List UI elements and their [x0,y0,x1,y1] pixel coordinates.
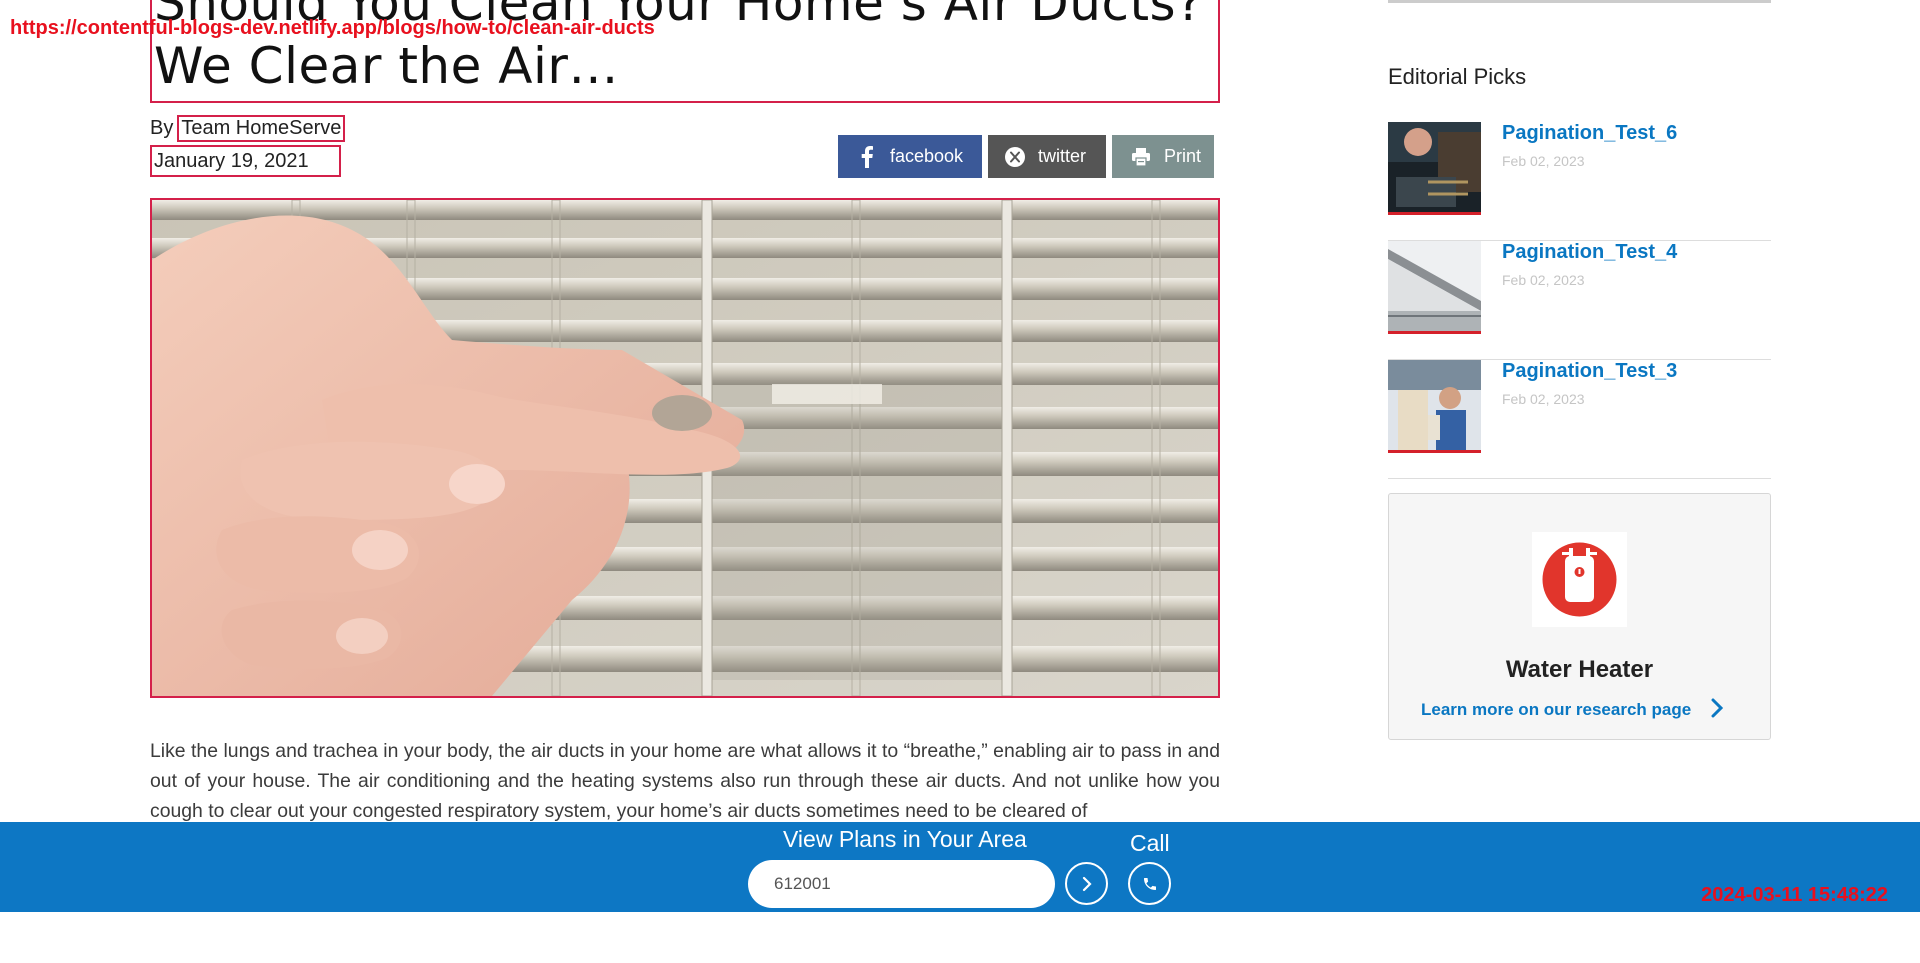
article-body: Like the lungs and trachea in your body,… [150,740,1220,822]
author-link[interactable]: Team HomeServe [177,115,346,142]
view-plans-bar: View Plans in Your Area Call [0,822,1920,912]
phone-icon [1143,877,1156,890]
editorial-picks-heading: Editorial Picks [1388,64,1527,89]
url-overlay: https://contentful-blogs-dev.netlify.app… [10,17,655,39]
pick-title[interactable]: Pagination_Test_3 [1502,360,1677,383]
chevron-right-icon[interactable] [1711,698,1723,718]
byline: By Team HomeServe [150,115,346,142]
call-button[interactable] [1128,862,1171,905]
timestamp-overlay: 2024-03-11 15:48:22 [1701,884,1888,906]
pick-date: Feb 02, 2023 [1502,391,1585,407]
water-heater-icon-tile [1532,532,1627,627]
zip-submit-button[interactable] [1065,862,1108,905]
twitter-share-button[interactable]: twitter [988,135,1106,178]
print-button[interactable]: Print [1112,135,1214,178]
water-heater-card[interactable]: Water Heater Learn more on our research … [1388,493,1771,740]
hero-image [150,198,1220,698]
pick-date: Feb 02, 2023 [1502,272,1585,288]
pick-title[interactable]: Pagination_Test_4 [1502,241,1677,264]
sidebar-divider [1388,0,1771,3]
editorial-pick-item[interactable]: Pagination_Test_3 Feb 02, 2023 [1388,360,1771,479]
article-date: January 19, 2021 [150,145,341,177]
pick-thumbnail[interactable] [1388,241,1481,334]
article-title: Should You Clean Your Home’s Air Ducts? … [154,0,1204,95]
by-label: By [150,117,174,139]
view-plans-heading: View Plans in Your Area [783,826,1027,852]
editorial-pick-item[interactable]: Pagination_Test_6 Feb 02, 2023 [1388,122,1771,241]
pick-date: Feb 02, 2023 [1502,153,1585,169]
article-title-box: Should You Clean Your Home’s Air Ducts? … [150,0,1220,103]
call-label: Call [1130,830,1170,856]
x-twitter-icon [1002,144,1028,170]
facebook-share-button[interactable]: facebook [838,135,982,178]
pick-thumbnail[interactable] [1388,360,1481,453]
print-label: Print [1164,146,1202,166]
air-vent-photo [152,200,1218,696]
facebook-label: facebook [890,146,964,166]
printer-icon [1128,144,1154,170]
zip-code-input[interactable] [748,860,1055,908]
facebook-icon [854,144,880,170]
pick-title[interactable]: Pagination_Test_6 [1502,122,1677,145]
research-page-link[interactable]: Learn more on our research page [1421,700,1691,720]
editorial-pick-item[interactable]: Pagination_Test_4 Feb 02, 2023 [1388,241,1771,360]
water-heater-title: Water Heater [1505,656,1654,683]
water-heater-icon [1542,542,1617,617]
pick-thumbnail[interactable] [1388,122,1481,215]
chevron-right-icon [1082,876,1092,891]
twitter-label: twitter [1038,146,1087,166]
